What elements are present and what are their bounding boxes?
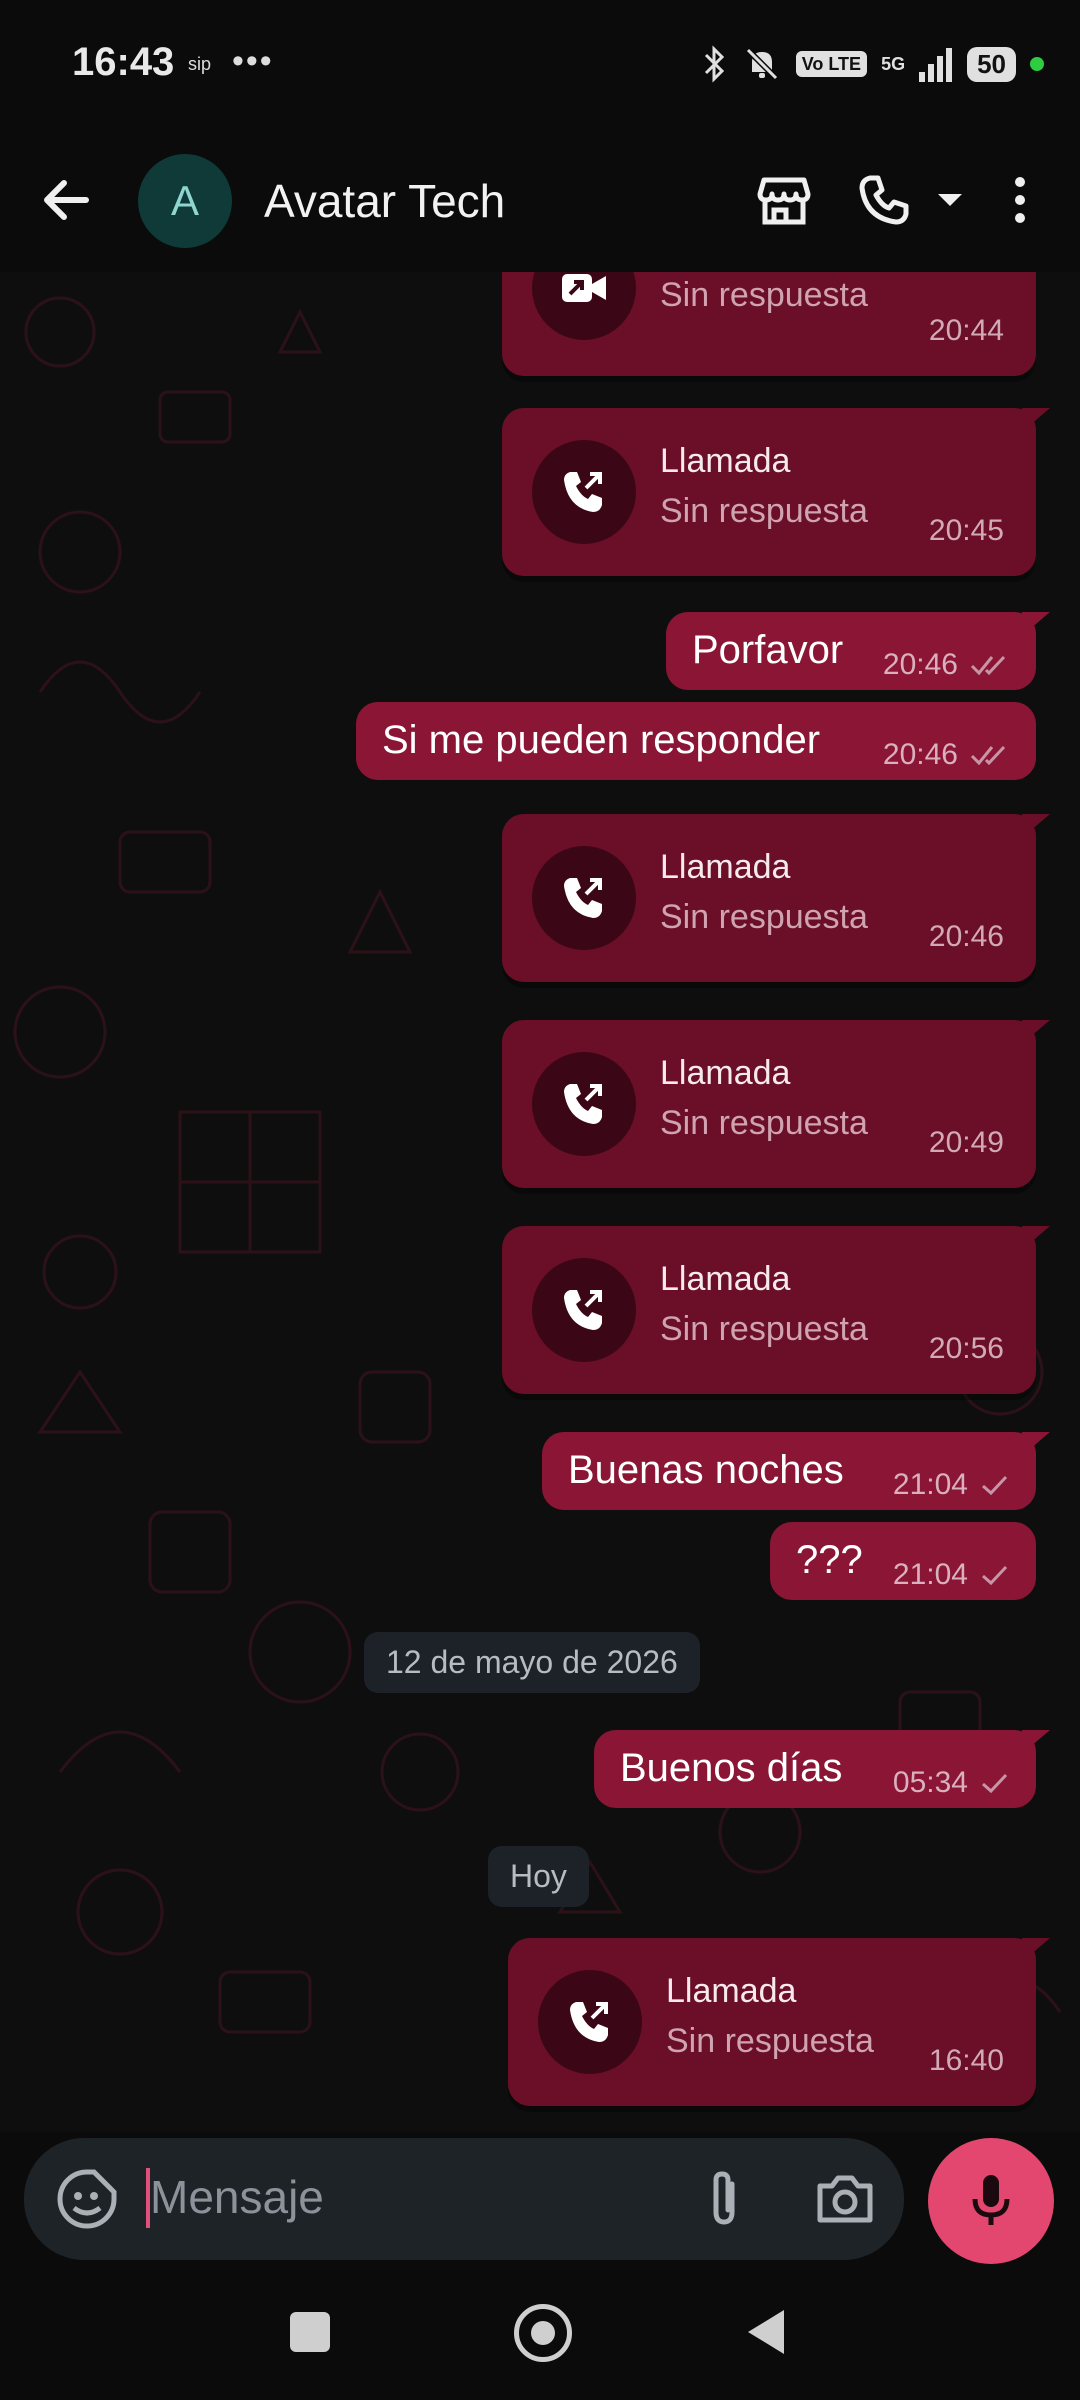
message-meta: 20:46 bbox=[883, 738, 1010, 772]
message-text: Si me pueden responder bbox=[382, 718, 821, 762]
check-icon bbox=[982, 1565, 1008, 1586]
status-bar: 16:43 sip ••• Vo LTE 5G 50 bbox=[0, 0, 1080, 130]
missed-call-icon bbox=[564, 878, 602, 918]
store-icon[interactable] bbox=[756, 172, 812, 228]
message-text: Porfavor bbox=[692, 628, 844, 672]
call-title: Llamada bbox=[666, 1972, 797, 2010]
attach-clip-icon[interactable] bbox=[696, 2168, 752, 2228]
camera-icon[interactable] bbox=[814, 2170, 876, 2228]
missed-call-bubble[interactable]: Llamada Sin respuesta 20:56 bbox=[502, 1226, 1050, 1394]
call-icon-circle bbox=[538, 1970, 642, 2074]
missed-call-bubble[interactable]: Llamada Sin respuesta 16:40 bbox=[508, 1938, 1050, 2106]
missed-call-icon bbox=[564, 1290, 602, 1330]
recents-button[interactable] bbox=[290, 2312, 330, 2352]
signal-icon bbox=[919, 48, 953, 82]
message-time: 20:56 bbox=[928, 1332, 1004, 1365]
call-status: Sin respuesta bbox=[660, 1104, 868, 1142]
double-check-icon bbox=[970, 745, 1006, 766]
call-icon-circle bbox=[532, 1052, 636, 1156]
missed-call-bubble[interactable]: Llamada Sin respuesta 20:46 bbox=[502, 814, 1050, 982]
message-time: 20:46 bbox=[928, 920, 1004, 953]
bluetooth-icon bbox=[704, 45, 724, 83]
call-icon-circle bbox=[532, 846, 636, 950]
date-separator: Hoy bbox=[488, 1846, 589, 1907]
message-time: 20:44 bbox=[928, 314, 1004, 347]
message-time: 05:34 bbox=[892, 1766, 968, 1799]
sip-indicator: sip bbox=[188, 54, 212, 74]
voice-record-button[interactable] bbox=[928, 2138, 1054, 2264]
more-notifications-icon: ••• bbox=[232, 42, 274, 80]
call-icon-circle bbox=[532, 440, 636, 544]
avatar[interactable]: A bbox=[138, 154, 232, 248]
missed-video-call-bubble[interactable]: Sin respuesta 20:44 bbox=[502, 272, 1036, 376]
call-status: Sin respuesta bbox=[660, 276, 868, 314]
volte-badge: Vo LTE bbox=[795, 51, 868, 77]
call-status: Sin respuesta bbox=[660, 492, 868, 530]
muted-bell-icon bbox=[745, 47, 778, 81]
missed-call-bubble[interactable]: Llamada Sin respuesta 20:49 bbox=[502, 1020, 1050, 1188]
back-button[interactable] bbox=[748, 2310, 784, 2354]
message-time: 20:46 bbox=[882, 738, 958, 771]
message-list[interactable]: Sin respuesta 20:44 Llamada Sin respuest… bbox=[0, 272, 1080, 2132]
call-options-chevron-icon[interactable] bbox=[932, 172, 968, 228]
message-time: 20:46 bbox=[882, 648, 958, 681]
home-button[interactable] bbox=[514, 2304, 572, 2362]
sticker-emoji-icon[interactable] bbox=[56, 2168, 118, 2230]
missed-video-call-icon bbox=[562, 274, 606, 302]
avatar-letter: A bbox=[170, 177, 199, 224]
message-meta: 05:34 bbox=[893, 1766, 1010, 1800]
call-icon-circle bbox=[532, 1258, 636, 1362]
status-time: 16:43 bbox=[72, 40, 175, 84]
message-bubble[interactable]: Buenas noches 21:04 bbox=[542, 1432, 1050, 1510]
message-time: 20:49 bbox=[928, 1126, 1004, 1159]
message-text: ??? bbox=[796, 1538, 863, 1582]
message-time: 20:45 bbox=[928, 514, 1004, 547]
call-status: Sin respuesta bbox=[666, 2022, 874, 2060]
missed-call-icon bbox=[564, 472, 602, 512]
message-bubble[interactable]: Porfavor 20:46 bbox=[666, 612, 1050, 690]
more-options-icon[interactable] bbox=[1000, 172, 1040, 228]
message-meta: 20:46 bbox=[883, 648, 1010, 682]
message-text: Buenos días bbox=[620, 1746, 843, 1790]
battery-level: 50 bbox=[967, 46, 1016, 82]
message-bubble[interactable]: Si me pueden responder 20:46 bbox=[356, 702, 1036, 780]
call-title: Llamada bbox=[660, 442, 791, 480]
message-input[interactable]: Mensaje bbox=[24, 2138, 904, 2260]
double-check-icon bbox=[970, 655, 1006, 676]
message-time: 16:40 bbox=[928, 2044, 1004, 2077]
call-icon-circle bbox=[532, 272, 636, 340]
missed-call-icon bbox=[564, 1084, 602, 1124]
privacy-indicator-dot bbox=[1030, 57, 1044, 71]
check-icon bbox=[982, 1475, 1008, 1496]
call-status: Sin respuesta bbox=[660, 1310, 868, 1348]
message-time: 21:04 bbox=[892, 1558, 968, 1591]
message-meta: 21:04 bbox=[893, 1558, 1010, 1592]
message-bubble[interactable]: Buenos días 05:34 bbox=[594, 1730, 1050, 1808]
contact-name[interactable]: Avatar Tech bbox=[264, 174, 505, 228]
status-icons: Vo LTE 5G 50 bbox=[702, 44, 1044, 84]
call-status: Sin respuesta bbox=[660, 898, 868, 936]
back-arrow-icon[interactable] bbox=[36, 170, 96, 230]
network-type: 5G bbox=[881, 54, 906, 74]
voice-call-icon[interactable] bbox=[856, 172, 912, 228]
message-placeholder: Mensaje bbox=[150, 2171, 324, 2223]
system-nav-bar bbox=[0, 2268, 1080, 2400]
chat-header: A Avatar Tech bbox=[0, 130, 1080, 272]
message-time: 21:04 bbox=[892, 1468, 968, 1501]
call-title: Llamada bbox=[660, 1054, 791, 1092]
missed-call-icon bbox=[570, 2002, 608, 2042]
message-bubble[interactable]: ??? 21:04 bbox=[770, 1522, 1036, 1600]
call-title: Llamada bbox=[660, 848, 791, 886]
composer-bar: Mensaje bbox=[0, 2132, 1080, 2268]
missed-call-bubble[interactable]: Llamada Sin respuesta 20:45 bbox=[502, 408, 1050, 576]
message-meta: 21:04 bbox=[893, 1468, 1010, 1502]
call-title: Llamada bbox=[660, 1260, 791, 1298]
check-icon bbox=[982, 1773, 1008, 1794]
microphone-icon bbox=[972, 2175, 1010, 2225]
message-text: Buenas noches bbox=[568, 1448, 844, 1492]
date-separator: 12 de mayo de 2026 bbox=[364, 1632, 700, 1693]
